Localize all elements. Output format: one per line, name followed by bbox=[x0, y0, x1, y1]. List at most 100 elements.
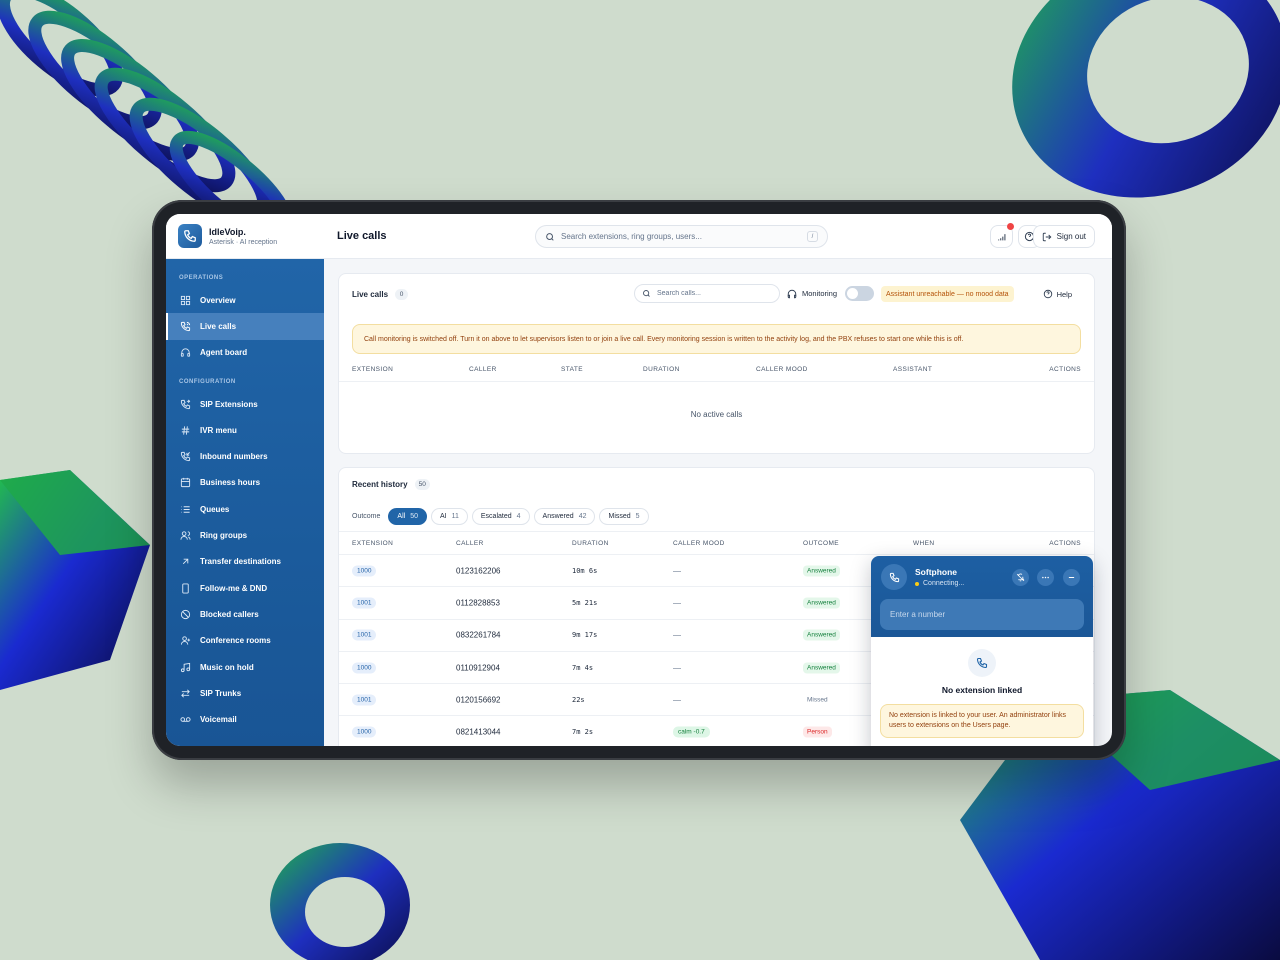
brand-subtitle: Asterisk · AI reception bbox=[209, 238, 278, 246]
extension-badge: 1000 bbox=[352, 726, 377, 738]
no-extension-notice: No extension is linked to your user. An … bbox=[880, 704, 1084, 739]
calls-search-input[interactable] bbox=[657, 290, 767, 297]
side-nav: OPERATIONS Overview Live calls Agent boa… bbox=[166, 259, 324, 746]
sidebar-item-label: Live calls bbox=[200, 321, 237, 331]
sidebar-item-label: Follow-me & DND bbox=[200, 583, 268, 593]
sidebar-item-overview[interactable]: Overview bbox=[166, 287, 324, 313]
sidebar-item-sip-trunks[interactable]: SIP Trunks bbox=[166, 680, 324, 706]
filter-chip-escalated[interactable]: Escalated 4 bbox=[471, 507, 530, 525]
phone-forward-icon bbox=[180, 399, 191, 410]
mute-notifications-button[interactable] bbox=[1012, 569, 1029, 586]
global-search[interactable]: / bbox=[535, 225, 828, 248]
sidebar-item-label: Blocked callers bbox=[200, 609, 259, 619]
caller-mood: — bbox=[673, 695, 681, 705]
softphone-body: No extension linked No extension is link… bbox=[871, 637, 1093, 739]
filter-chip-answered[interactable]: Answered 42 bbox=[533, 507, 596, 525]
help-label: Help bbox=[1056, 289, 1072, 299]
main-content: Live calls / Sign out bbox=[324, 214, 1112, 746]
caller-mood: calm -0.7 bbox=[673, 726, 710, 738]
sidebar-item-blocked-callers[interactable]: Blocked callers bbox=[166, 601, 324, 627]
softphone-minimize-button[interactable] bbox=[1063, 569, 1080, 586]
sidebar-item-ivr-menu[interactable]: IVR menu bbox=[166, 417, 324, 443]
history-header: Recent history 50 bbox=[339, 468, 1094, 501]
sidebar-item-queues[interactable]: Queues bbox=[166, 496, 324, 522]
more-horizontal-icon bbox=[1042, 576, 1049, 579]
filter-chip-all[interactable]: All 50 bbox=[388, 507, 427, 525]
caller-mood: — bbox=[673, 598, 681, 608]
softphone-call-button[interactable] bbox=[881, 564, 907, 590]
caller-mood: — bbox=[673, 663, 681, 673]
caller-number: 0821413044 bbox=[456, 727, 501, 737]
sidebar-item-agent-board[interactable]: Agent board bbox=[166, 340, 324, 366]
users-round-icon bbox=[180, 635, 191, 646]
monitoring-off-banner: Call monitoring is switched off. Turn it… bbox=[352, 324, 1081, 354]
nav-section-configuration: CONFIGURATION bbox=[179, 378, 236, 385]
sidebar-item-label: Overview bbox=[200, 295, 236, 305]
search-icon bbox=[643, 290, 650, 297]
column-header: ASSISTANT bbox=[893, 366, 933, 373]
brand: IdleVoip. Asterisk · AI reception bbox=[166, 214, 324, 259]
app-window: IdleVoip. Asterisk · AI reception OPERAT… bbox=[166, 214, 1112, 746]
arrow-up-right-icon bbox=[180, 556, 191, 567]
brand-logo bbox=[178, 224, 202, 248]
chip-count: 4 bbox=[516, 512, 521, 520]
status-button[interactable] bbox=[990, 223, 1014, 248]
outcome-badge: Missed bbox=[807, 696, 828, 704]
monitoring-label: Monitoring bbox=[802, 289, 838, 298]
live-calls-help-button[interactable]: Help bbox=[1043, 286, 1072, 302]
calls-search[interactable] bbox=[634, 284, 780, 303]
sidebar-item-live-calls[interactable]: Live calls bbox=[166, 313, 324, 340]
sidebar-item-sip-extensions[interactable]: SIP Extensions bbox=[166, 391, 324, 417]
column-header: EXTENSION bbox=[352, 539, 394, 547]
search-icon bbox=[546, 232, 554, 241]
voicemail-icon bbox=[180, 714, 191, 725]
page-title: Live calls bbox=[337, 230, 387, 242]
live-calls-header: Live calls 0 Monitoring Assistant unreac… bbox=[339, 274, 1094, 314]
sidebar-item-follow-me-dnd[interactable]: Follow-me & DND bbox=[166, 575, 324, 601]
outcome-badge: Answered bbox=[803, 597, 840, 609]
smartphone-icon bbox=[180, 583, 191, 594]
headset-icon bbox=[180, 347, 191, 358]
list-icon bbox=[180, 504, 191, 515]
chip-count: 5 bbox=[635, 512, 640, 520]
chip-label: All bbox=[397, 512, 406, 520]
dial-number-field[interactable] bbox=[880, 599, 1084, 630]
monitoring-toggle[interactable] bbox=[845, 286, 875, 301]
sidebar-item-label: Voicemail bbox=[200, 715, 237, 725]
arrows-exchange-icon bbox=[180, 688, 191, 699]
outcome-badge: Person bbox=[803, 726, 832, 738]
history-count: 50 bbox=[414, 479, 430, 490]
caller-number: 0112828853 bbox=[456, 598, 500, 608]
outcome-filters: Outcome All 50 AI 11 Escalated 4 Answered 42… bbox=[339, 501, 1094, 531]
phone-icon bbox=[889, 572, 899, 582]
extension-badge: 1000 bbox=[352, 662, 377, 674]
ban-icon bbox=[180, 609, 191, 620]
sidebar-item-transfer-destinations[interactable]: Transfer destinations bbox=[166, 549, 324, 575]
column-header: ACTIONS bbox=[1049, 366, 1081, 373]
softphone-status-text: Connecting... bbox=[923, 580, 965, 587]
filter-chip-missed[interactable]: Missed 5 bbox=[599, 507, 649, 525]
sidebar-item-ring-groups[interactable]: Ring groups bbox=[166, 522, 324, 548]
call-duration: 7m 4s bbox=[572, 663, 594, 672]
sidebar-item-label: SIP Trunks bbox=[200, 688, 242, 698]
extension-badge: 1001 bbox=[352, 597, 377, 609]
phone-call-icon bbox=[180, 321, 191, 332]
notification-dot bbox=[1007, 223, 1014, 230]
filter-chip-ai[interactable]: AI 11 bbox=[430, 507, 468, 525]
sidebar-item-inbound-numbers[interactable]: Inbound numbers bbox=[166, 443, 324, 469]
status-dot bbox=[915, 581, 919, 586]
dial-number-input[interactable] bbox=[890, 610, 1070, 619]
global-search-input[interactable] bbox=[561, 232, 791, 241]
sidebar-item-label: Business hours bbox=[200, 478, 261, 488]
history-table-header: EXTENSION CALLER DURATION CALLER MOOD OU… bbox=[339, 531, 1094, 555]
softphone-header: Softphone Connecting... bbox=[871, 556, 1093, 637]
sign-out-button[interactable]: Sign out bbox=[1032, 225, 1095, 248]
caller-mood: — bbox=[673, 566, 681, 576]
column-header: WHEN bbox=[913, 539, 935, 547]
sidebar-item-conference-rooms[interactable]: Conference rooms bbox=[166, 628, 324, 654]
sidebar-item-music-on-hold[interactable]: Music on hold bbox=[166, 654, 324, 680]
softphone-more-button[interactable] bbox=[1037, 569, 1054, 586]
signal-icon bbox=[997, 233, 1005, 240]
sidebar-item-voicemail[interactable]: Voicemail bbox=[166, 706, 324, 732]
sidebar-item-business-hours[interactable]: Business hours bbox=[166, 470, 324, 496]
